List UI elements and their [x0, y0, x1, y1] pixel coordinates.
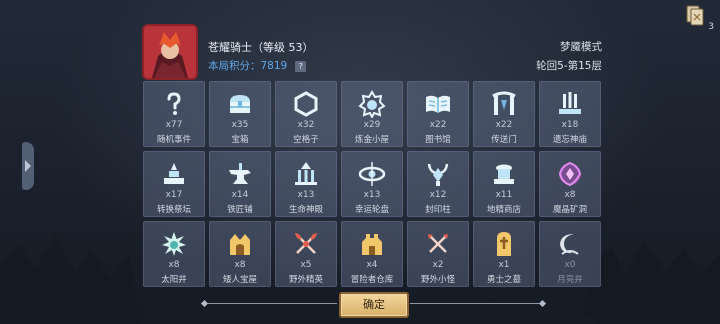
event-cell[interactable]: x17 转换祭坛 [143, 151, 205, 217]
moon-well-icon [560, 234, 579, 255]
event-cell[interactable]: x14 铁匠铺 [209, 151, 271, 217]
event-cell[interactable]: x11 地精商店 [473, 151, 535, 217]
shop-icon [494, 164, 514, 184]
hero-avatar[interactable] [142, 24, 198, 80]
event-cell[interactable]: x12 封印柱 [407, 151, 469, 217]
event-cell[interactable]: x8 矮人宝屋 [209, 221, 271, 287]
map-summary-panel: 苍耀骑士（等级 53） 本局积分：7819? 梦魇模式 轮回5-第15层 x77… [140, 22, 608, 290]
event-cell[interactable]: x32 空格子 [275, 81, 337, 147]
treasure-chest-icon [230, 95, 250, 113]
event-cell[interactable]: x4 冒险者仓库 [341, 221, 403, 287]
event-cell[interactable]: x29 炼金小屋 [341, 81, 403, 147]
side-expand-handle[interactable] [22, 142, 34, 190]
score-help-button[interactable]: ? [295, 61, 307, 72]
event-cell[interactable]: x77 随机事件 [143, 81, 205, 147]
hero-name-level: 苍耀骑士（等级 53） [208, 41, 314, 54]
storehouse-icon [362, 234, 382, 255]
anvil-icon [229, 163, 251, 184]
tomb-icon [497, 232, 511, 256]
event-cell[interactable]: x0 月亮井 [539, 221, 601, 287]
event-cell[interactable]: x22 图书馆 [407, 81, 469, 147]
event-cell[interactable]: x18 遗忘神庙 [539, 81, 601, 147]
difficulty-mode: 梦魇模式 [560, 41, 602, 53]
run-score-text: 本局积分：7819 [208, 60, 288, 72]
dwarf-vault-icon [230, 234, 250, 255]
card-deck-icon [686, 5, 704, 26]
seal-pillar-icon [427, 163, 449, 186]
book-icon [426, 95, 450, 113]
event-grid: x77 随机事件 x35 宝箱 x32 空格子 x29 炼金小屋 x22 图书馆… [143, 81, 605, 287]
event-cell[interactable]: x5 野外精英 [275, 221, 337, 287]
alchemy-icon [358, 90, 386, 118]
question-icon [167, 92, 181, 115]
hexagon-icon [294, 91, 318, 117]
event-cell[interactable]: x13 生命神殿 [275, 151, 337, 217]
card-deck-count: 3 [708, 22, 714, 32]
divider-right [410, 303, 542, 304]
portal-icon [492, 91, 516, 115]
event-cell[interactable]: x35 宝箱 [209, 81, 271, 147]
event-cell[interactable]: x1 勇士之墓 [473, 221, 535, 287]
event-cell[interactable]: x8 魔晶矿洞 [539, 151, 601, 217]
altar-icon [164, 163, 184, 184]
temple-icon [559, 92, 581, 114]
event-cell[interactable]: x22 传送门 [473, 81, 535, 147]
wheel-icon [358, 162, 386, 186]
card-deck-button[interactable]: 3 [684, 4, 714, 32]
sun-well-icon [162, 232, 186, 256]
confirm-button[interactable]: 确定 [339, 292, 409, 318]
run-score: 本局积分：7819? [208, 58, 307, 73]
shrine-icon [295, 162, 317, 185]
event-cell[interactable]: x8 太阳井 [143, 221, 205, 287]
footer-bar: 确定 [0, 290, 720, 320]
knight-portrait-icon [144, 26, 196, 78]
divider-left [205, 303, 337, 304]
stage-progress: 轮回5-第15层 [536, 60, 602, 72]
elite-axe-icon [295, 233, 317, 254]
event-cell[interactable]: x2 野外小怪 [407, 221, 469, 287]
swords-icon [428, 234, 448, 253]
event-cell[interactable]: x13 幸运轮盘 [341, 151, 403, 217]
crystal-mine-icon [558, 161, 582, 187]
